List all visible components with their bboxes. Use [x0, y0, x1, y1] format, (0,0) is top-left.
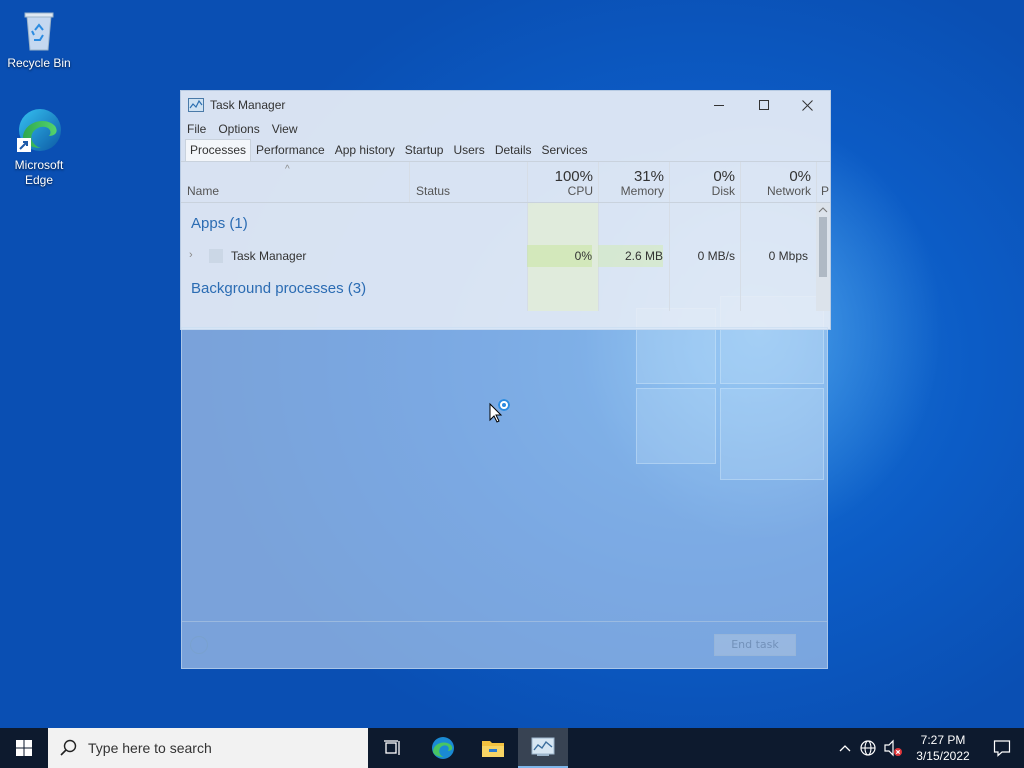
- process-list: Apps (1) › Task Manager 0% 2.6 MB 0 MB/s…: [181, 203, 830, 311]
- volume-button[interactable]: [880, 739, 906, 757]
- column-disk[interactable]: 0% Disk: [669, 162, 741, 202]
- maximize-button[interactable]: [741, 91, 786, 119]
- network-status-button[interactable]: [856, 739, 880, 757]
- task-manager-window-unpainted: End task: [181, 327, 828, 669]
- column-cpu[interactable]: 100% CPU: [527, 162, 599, 202]
- speaker-muted-icon: [884, 739, 902, 757]
- taskbar-task-manager-button[interactable]: [518, 728, 568, 768]
- maximize-icon: [758, 100, 769, 110]
- end-task-button[interactable]: End task: [714, 634, 796, 656]
- taskbar-edge-button[interactable]: [418, 728, 468, 768]
- menu-view[interactable]: View: [266, 122, 304, 136]
- clock-time: 7:27 PM: [920, 733, 966, 747]
- scrollbar-thumb[interactable]: [819, 217, 827, 277]
- desktop-icon-label: Recycle Bin: [7, 56, 71, 70]
- tab-strip: Processes Performance App history Startu…: [181, 139, 830, 162]
- column-headers: ^ Name Status 100% CPU 31% Memory 0% Dis…: [181, 162, 830, 203]
- taskbar-file-explorer-button[interactable]: [468, 728, 518, 768]
- task-manager-window[interactable]: Task Manager File Options View Processes…: [180, 90, 831, 330]
- table-row[interactable]: › Task Manager 0% 2.6 MB 0 MB/s 0 Mbps: [181, 245, 816, 267]
- window-title: Task Manager: [210, 98, 286, 112]
- notifications-button[interactable]: [980, 728, 1024, 768]
- tab-startup[interactable]: Startup: [400, 139, 449, 161]
- expand-chevron-icon[interactable]: ›: [189, 245, 193, 265]
- disk-label: Disk: [711, 184, 735, 198]
- scroll-up-icon[interactable]: [816, 205, 830, 215]
- network-percent: 0%: [789, 168, 811, 185]
- action-center-icon: [993, 740, 1011, 757]
- menu-file[interactable]: File: [181, 122, 212, 136]
- cpu-label: CPU: [567, 184, 593, 198]
- column-status[interactable]: Status: [409, 162, 528, 202]
- tab-performance[interactable]: Performance: [251, 139, 330, 161]
- group-background: Background processes (3): [191, 280, 367, 297]
- taskbar-search-box[interactable]: Type here to search: [48, 728, 368, 768]
- task-view-icon: [384, 740, 400, 755]
- desktop-icon-edge[interactable]: Microsoft Edge: [4, 106, 74, 188]
- close-icon: [802, 99, 813, 111]
- tab-services[interactable]: Services: [537, 139, 593, 161]
- recycle-bin-icon: [19, 8, 59, 52]
- column-network[interactable]: 0% Network: [740, 162, 817, 202]
- task-view-button[interactable]: [368, 728, 418, 768]
- vertical-scrollbar[interactable]: [816, 203, 830, 311]
- globe-network-icon: [860, 740, 876, 756]
- clock-date: 3/15/2022: [916, 749, 970, 763]
- tab-processes[interactable]: Processes: [185, 139, 252, 161]
- tab-users[interactable]: Users: [448, 139, 489, 161]
- memory-label: Memory: [620, 184, 664, 198]
- memory-percent: 31%: [633, 168, 664, 185]
- system-tray: 7:27 PM 3/15/2022: [834, 728, 1024, 768]
- menu-options[interactable]: Options: [212, 122, 265, 136]
- desktop-icon-recycle-bin[interactable]: Recycle Bin: [4, 8, 74, 71]
- fewer-details-icon[interactable]: [190, 636, 208, 654]
- app-icon: [209, 249, 223, 263]
- taskbar: Type here to search 7:27 PM 3/15/2022: [0, 728, 1024, 768]
- desktop-icon-label: Microsoft Edge: [14, 158, 64, 187]
- row-disk: 0 MB/s: [697, 249, 735, 263]
- task-manager-icon: [188, 98, 204, 112]
- start-button[interactable]: [0, 728, 48, 768]
- clock[interactable]: 7:27 PM 3/15/2022: [906, 732, 980, 764]
- minimize-button[interactable]: [696, 91, 741, 119]
- row-memory: 2.6 MB: [598, 245, 663, 267]
- task-manager-icon: [531, 737, 555, 756]
- search-placeholder: Type here to search: [88, 740, 212, 756]
- column-power[interactable]: P: [816, 162, 831, 202]
- column-name[interactable]: ^ Name: [181, 162, 409, 202]
- row-cpu: 0%: [527, 245, 592, 267]
- menu-bar: File Options View: [181, 119, 830, 139]
- edge-icon: [15, 106, 63, 154]
- network-label: Network: [766, 184, 811, 198]
- footer-divider: [182, 621, 827, 622]
- sort-up-icon: ^: [285, 164, 290, 175]
- chevron-up-icon: [839, 745, 851, 752]
- row-name: Task Manager: [231, 249, 307, 263]
- desktop: Recycle Bin Microsoft Edge Task Manager …: [0, 0, 1024, 728]
- tab-details[interactable]: Details: [490, 139, 537, 161]
- search-icon: [60, 739, 77, 756]
- disk-percent: 0%: [713, 168, 735, 185]
- cpu-percent: 100%: [554, 168, 593, 185]
- title-bar[interactable]: Task Manager: [181, 91, 830, 119]
- windows-start-icon: [16, 740, 32, 756]
- group-apps: Apps (1): [191, 215, 248, 232]
- close-button[interactable]: [785, 91, 830, 119]
- row-network: 0 Mbps: [768, 249, 808, 263]
- column-name-label: Name: [187, 184, 220, 198]
- edge-icon: [432, 737, 454, 759]
- minimize-icon: [713, 105, 724, 106]
- column-memory[interactable]: 31% Memory: [598, 162, 670, 202]
- show-hidden-icons-button[interactable]: [834, 744, 856, 752]
- busy-cursor-icon: [489, 398, 513, 428]
- file-explorer-icon: [482, 741, 504, 757]
- tab-app-history[interactable]: App history: [330, 139, 400, 161]
- power-label: P: [821, 184, 830, 198]
- column-status-label: Status: [416, 184, 451, 198]
